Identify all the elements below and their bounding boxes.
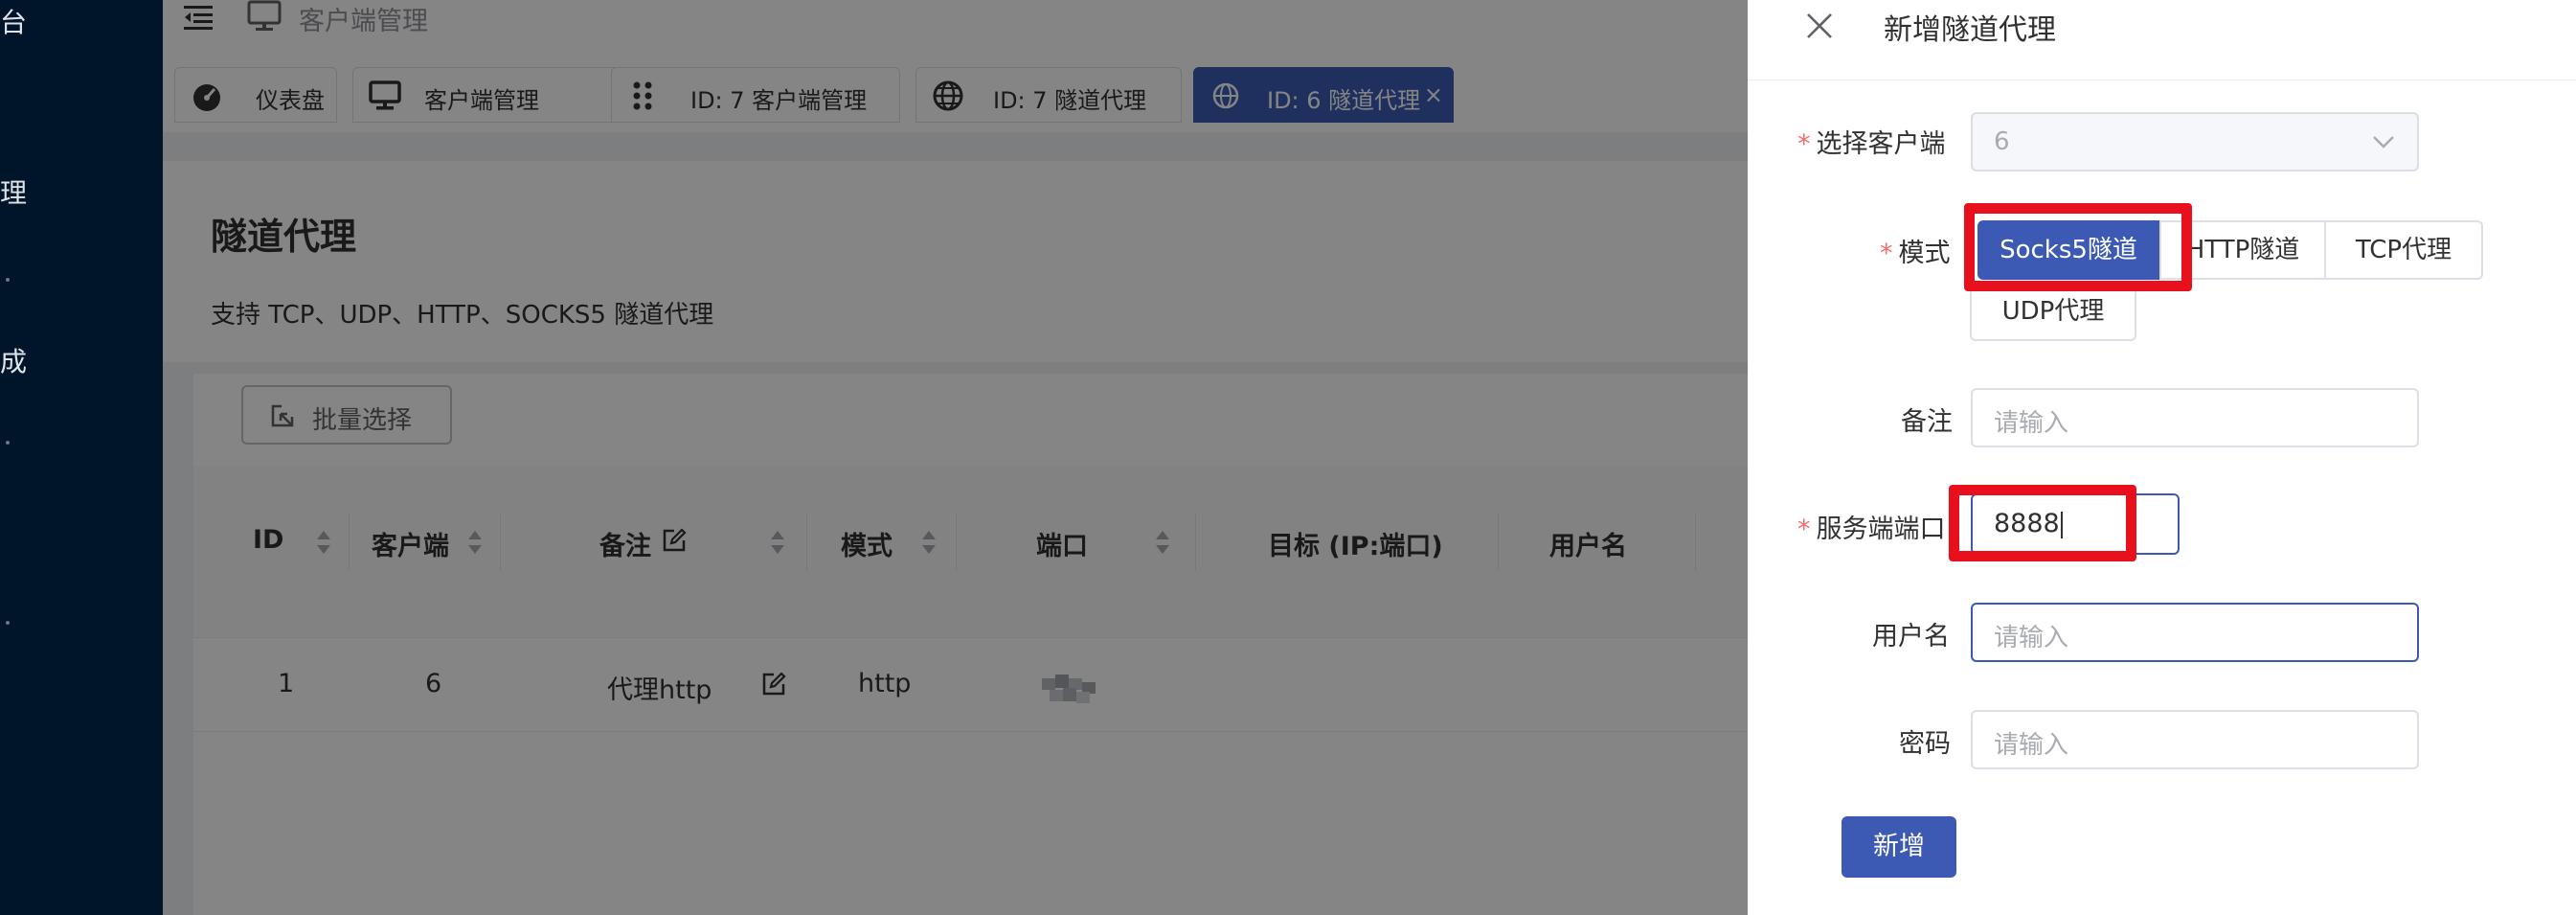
sidebar-dot [6, 621, 10, 625]
remark-input[interactable]: 请输入 [1971, 388, 2419, 447]
modal-overlay[interactable] [163, 0, 1748, 915]
sidebar-dot [6, 278, 10, 282]
mode-http-button[interactable]: HTTP隧道 [2159, 220, 2326, 280]
mode-socks5-button[interactable]: Socks5隧道 [1977, 220, 2159, 280]
client-label-text: 选择客户端 [1816, 129, 1946, 159]
sidebar-dot [6, 441, 10, 445]
username-label: 用户名 [1872, 622, 1950, 652]
client-label: * 选择客户端 [1797, 123, 1946, 160]
required-mark: * [1797, 515, 1811, 544]
sidebar-item-integration[interactable]: 成 [0, 341, 27, 379]
server-port-input[interactable]: 8888 [1971, 493, 2180, 555]
sidebar-item-manage[interactable]: 管理 [0, 172, 27, 211]
remark-placeholder: 请输入 [1994, 409, 2069, 438]
mode-tcp-button[interactable]: TCP代理 [2324, 220, 2483, 280]
server-port-value: 8888 [1994, 509, 2063, 538]
server-port-label-text: 服务端端口 [1816, 515, 1946, 544]
client-select[interactable]: 6 [1971, 112, 2419, 172]
text-caret [2060, 511, 2063, 538]
password-placeholder: 请输入 [1994, 731, 2069, 760]
required-mark: * [1797, 129, 1811, 159]
mode-udp-button[interactable]: UDP代理 [1970, 282, 2136, 341]
password-input[interactable]: 请输入 [1971, 710, 2419, 769]
mode-label: * 模式 [1880, 232, 1951, 269]
remark-label: 备注 [1901, 407, 1953, 437]
server-port-label: * 服务端端口 [1797, 508, 1946, 545]
submit-button[interactable]: 新增 [1842, 816, 1956, 878]
mode-label-text: 模式 [1898, 239, 1951, 268]
drawer-header: 新增隧道代理 [1748, 0, 2576, 80]
sidebar-fragment-title: 台 [0, 7, 28, 38]
add-tunnel-drawer: 新增隧道代理 * 选择客户端 6 * 模式 Socks5隧道 HTTP隧道 TCP代… [1748, 0, 2576, 915]
username-input[interactable]: 请输入 [1971, 603, 2419, 662]
drawer-title: 新增隧道代理 [1884, 13, 2056, 47]
username-placeholder: 请输入 [1994, 624, 2069, 652]
password-label: 密码 [1899, 729, 1951, 759]
required-mark: * [1880, 239, 1893, 268]
client-select-value: 6 [1994, 127, 2010, 156]
close-icon[interactable] [1805, 11, 1834, 40]
server-port-text: 8888 [1994, 509, 2060, 538]
chevron-down-icon [2373, 136, 2394, 149]
sidebar: 台 管理 成 [0, 0, 163, 915]
